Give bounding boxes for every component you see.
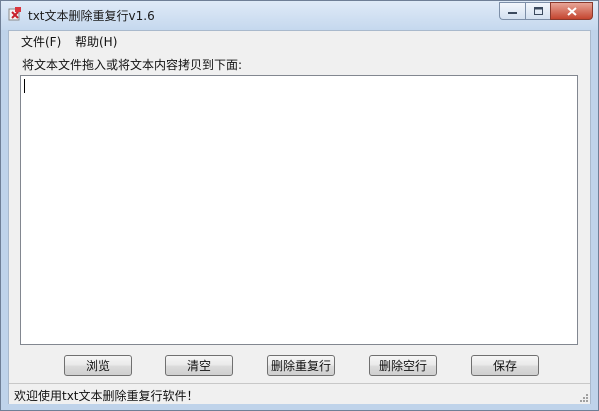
- client-area: 文件(F) 帮助(H) 将文本文件拖入或将文本内容拷贝到下面: 浏览 清空 删除…: [8, 30, 591, 404]
- menu-bar: 文件(F) 帮助(H): [9, 31, 590, 51]
- app-window: txt文本删除重复行v1.6 文件(F) 帮助(H) 将文本文件拖入或将文本内容…: [0, 0, 599, 411]
- title-bar[interactable]: txt文本删除重复行v1.6: [1, 1, 598, 30]
- save-button[interactable]: 保存: [471, 355, 539, 376]
- clear-button[interactable]: 清空: [165, 355, 233, 376]
- menu-file[interactable]: 文件(F): [21, 33, 61, 50]
- minimize-icon: [508, 12, 517, 14]
- remove-blank-lines-button[interactable]: 删除空行: [369, 355, 437, 376]
- minimize-button[interactable]: [499, 2, 525, 20]
- maximize-icon: [533, 7, 543, 15]
- window-title: txt文本删除重复行v1.6: [28, 9, 155, 23]
- status-bar: 欢迎使用txt文本删除重复行软件！: [9, 383, 590, 404]
- caption-buttons: [499, 2, 593, 20]
- text-caret: [24, 79, 25, 93]
- text-editor[interactable]: [20, 75, 578, 345]
- resize-grip-icon[interactable]: [578, 392, 588, 402]
- menu-help[interactable]: 帮助(H): [75, 33, 117, 50]
- drop-prompt-label: 将文本文件拖入或将文本内容拷贝到下面:: [22, 58, 243, 72]
- close-icon: [566, 6, 577, 16]
- app-icon: [8, 7, 21, 21]
- browse-button[interactable]: 浏览: [64, 355, 132, 376]
- close-button[interactable]: [550, 2, 593, 20]
- status-text: 欢迎使用txt文本删除重复行软件！: [14, 389, 199, 403]
- maximize-button[interactable]: [525, 2, 550, 20]
- remove-duplicates-button[interactable]: 删除重复行: [267, 355, 335, 376]
